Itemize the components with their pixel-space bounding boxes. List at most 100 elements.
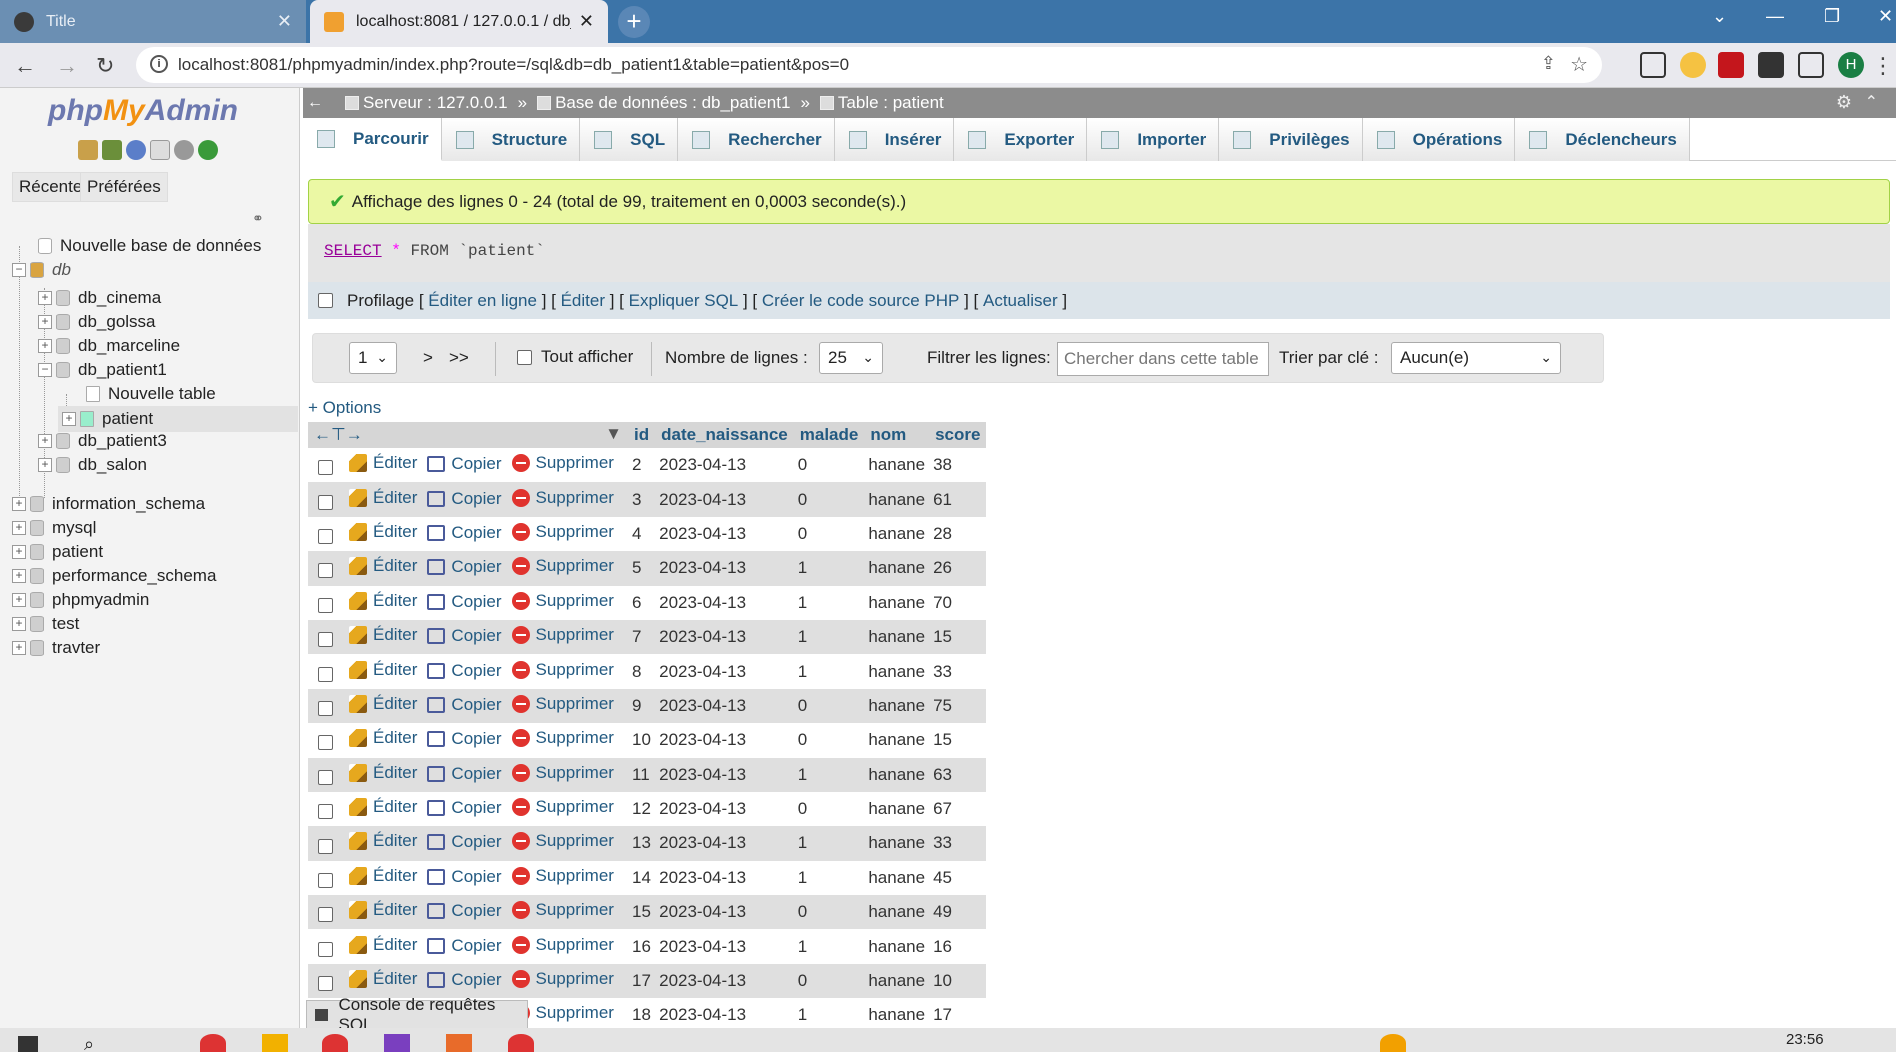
cell-malade[interactable]: 1 [793,929,865,964]
expand-icon[interactable]: + [62,412,76,426]
edit-row-link[interactable]: Éditer [349,797,417,817]
tree-new-database[interactable]: Nouvelle base de données [38,236,261,256]
cell-score[interactable]: 75 [929,688,987,724]
cell-score[interactable]: 28 [929,516,987,552]
sql-console-toggle[interactable]: Console de requêtes SQL [306,995,528,1034]
row-checkbox[interactable] [318,976,333,992]
page-select[interactable]: 1 ⌄ [349,342,397,374]
collapse-icon[interactable]: − [12,263,26,277]
cell-malade[interactable]: 0 [793,482,865,517]
chrome-icon[interactable] [200,1034,226,1052]
cell-id[interactable]: 17 [628,963,656,999]
delete-row-link[interactable]: Supprimer [511,797,614,817]
url-field[interactable]: i localhost:8081/phpmyadmin/index.php?ro… [136,47,1602,83]
copy-row-link[interactable]: Copier [427,729,502,749]
cell-nom[interactable]: hanane [864,791,930,827]
extensions-puzzle-icon[interactable] [1758,52,1784,78]
tab-export[interactable]: Exporter [954,118,1088,161]
cell-malade[interactable]: 1 [793,860,865,896]
cell-score[interactable]: 61 [929,482,987,517]
new-tab-button[interactable]: + [618,6,650,38]
cell-date-naissance[interactable]: 2023-04-13 [655,688,794,724]
row-checkbox[interactable] [318,528,333,544]
cell-malade[interactable]: 1 [793,654,865,689]
tab-search[interactable]: Rechercher [678,118,835,161]
cell-id[interactable]: 3 [628,482,656,517]
edit-row-link[interactable]: Éditer [349,556,417,576]
tab-import[interactable]: Importer [1087,118,1220,161]
show-all-checkbox[interactable] [517,350,532,365]
cell-malade[interactable]: 0 [793,448,865,483]
cell-date-naissance[interactable]: 2023-04-13 [655,654,794,689]
cell-malade[interactable]: 1 [793,585,865,620]
tab-sql[interactable]: SQL [580,118,679,161]
copy-row-link[interactable]: Copier [427,970,502,990]
cell-score[interactable]: 10 [929,963,987,999]
restore-icon[interactable]: ❐ [1824,6,1840,27]
cell-score[interactable]: 26 [929,551,987,586]
row-checkbox[interactable] [318,872,333,888]
column-header-id[interactable]: id [628,422,656,448]
cell-id[interactable]: 14 [628,860,656,896]
clock-time[interactable]: 23:56 [1786,1031,1824,1048]
row-checkbox[interactable] [318,804,333,820]
cell-malade[interactable]: 1 [793,826,865,861]
file-explorer-icon[interactable] [262,1034,288,1052]
copy-row-link[interactable]: Copier [427,523,502,543]
cell-date-naissance[interactable]: 2023-04-13 [655,585,794,620]
tree-db-db_patient3[interactable]: + db_patient3 [38,431,167,451]
cell-nom[interactable]: hanane [864,860,930,896]
cell-malade[interactable]: 0 [793,516,865,552]
copy-row-link[interactable]: Copier [427,489,502,509]
delete-row-link[interactable]: Supprimer [511,625,614,645]
windows-start-icon[interactable] [18,1036,38,1052]
row-checkbox[interactable] [318,700,333,716]
row-checkbox[interactable] [318,941,333,957]
tree-table-patient[interactable]: + patient [58,406,298,432]
copy-row-link[interactable]: Copier [427,454,502,474]
rows-per-page-select[interactable]: 25 ⌄ [819,342,883,374]
cell-malade[interactable]: 0 [793,688,865,724]
tree-db-patient[interactable]: + patient [12,542,103,562]
cell-score[interactable]: 63 [929,757,987,792]
ublock-icon[interactable] [1718,52,1744,78]
delete-row-link[interactable]: Supprimer [511,900,614,920]
home-icon[interactable] [78,140,98,160]
cell-score[interactable]: 33 [929,654,987,689]
expand-icon[interactable]: + [12,497,26,511]
delete-row-link[interactable]: Supprimer [511,522,614,542]
column-header-score[interactable]: score [929,422,987,448]
cell-id[interactable]: 9 [628,688,656,724]
delete-row-link[interactable]: Supprimer [511,866,614,886]
delete-row-link[interactable]: Supprimer [511,694,614,714]
tree-db-db_patient1[interactable]: − db_patient1 [38,360,167,380]
settings-gear-icon[interactable] [174,140,194,160]
reload-icon[interactable]: ↻ [96,53,114,79]
cell-nom[interactable]: hanane [864,619,930,655]
reload-navigation-icon[interactable] [198,140,218,160]
cell-score[interactable]: 16 [929,929,987,964]
expand-icon[interactable]: + [12,641,26,655]
expand-icon[interactable]: + [38,291,52,305]
cell-id[interactable]: 2 [628,448,656,483]
cell-nom[interactable]: hanane [864,688,930,724]
cell-id[interactable]: 5 [628,551,656,586]
cell-date-naissance[interactable]: 2023-04-13 [655,895,794,930]
breadcrumb-table[interactable]: Table : patient [819,93,944,113]
delete-row-link[interactable]: Supprimer [511,591,614,611]
cell-malade[interactable]: 1 [793,757,865,792]
browser-tab-phpmyadmin[interactable]: localhost:8081 / 127.0.0.1 / db_p ✕ [310,0,608,43]
cell-nom[interactable]: hanane [864,963,930,999]
profiling-checkbox[interactable] [318,293,333,308]
minimize-icon[interactable]: — [1766,6,1784,27]
cell-nom[interactable]: hanane [864,482,930,517]
sidebar-panel-icon[interactable] [1798,52,1824,78]
cell-score[interactable]: 15 [929,619,987,655]
sort-by-key-select[interactable]: Aucun(e) ⌄ [1391,342,1561,374]
row-checkbox[interactable] [318,735,333,751]
tree-db-performance_schema[interactable]: + performance_schema [12,566,216,586]
close-icon[interactable]: ✕ [277,11,292,32]
phpmyadmin-logo[interactable]: phpMyAdmin [48,94,238,128]
tab-privileges[interactable]: Privilèges [1219,118,1363,161]
cell-score[interactable]: 45 [929,860,987,896]
